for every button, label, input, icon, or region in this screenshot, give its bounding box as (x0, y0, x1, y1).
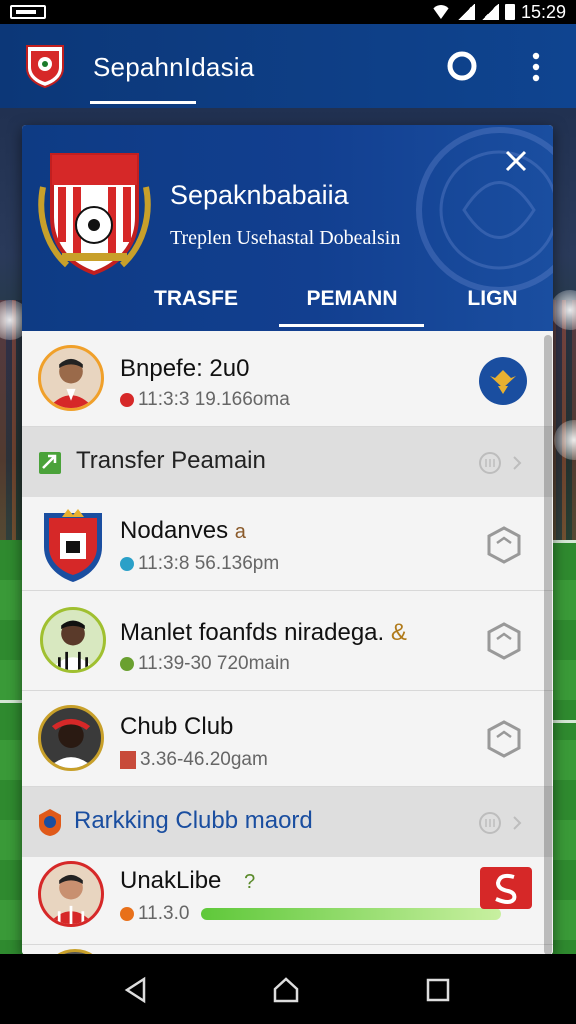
section-title: Transfer Peamain (76, 447, 266, 474)
row-title-text: Nodanves (120, 517, 229, 544)
card-title: Sepaknbabaiia (170, 180, 349, 210)
list-item[interactable]: Manlet foanfds niradega. & 11:39-30 720m… (22, 591, 553, 691)
tab-pemain[interactable]: PEMANN (272, 275, 432, 331)
back-icon[interactable] (122, 976, 150, 1004)
row-title: Bnpefe: 2u0 (120, 355, 250, 382)
keyboard-icon (10, 5, 46, 19)
tab-bar: TRASFE PEMANN LIGN (22, 275, 553, 331)
row-badge: a (234, 521, 246, 543)
section-title: Rarkking Clubb maord (74, 807, 313, 834)
row-meta-text: 11:39-30 720main (138, 653, 290, 674)
recents-icon[interactable] (424, 976, 452, 1004)
list-item[interactable]: Chub Club 3.36-46.20gam (22, 691, 553, 787)
home-icon[interactable] (272, 976, 300, 1004)
scrollbar[interactable] (544, 335, 552, 955)
refresh-icon[interactable] (444, 50, 480, 82)
row-title-text: Manlet foanfds niradega. (120, 619, 385, 646)
player-avatar (38, 705, 104, 771)
status-bar: 15:29 (0, 0, 576, 24)
clock: 15:29 (520, 1, 566, 22)
row-badge: & (390, 619, 407, 646)
player-avatar (40, 607, 106, 673)
progress-bar (201, 908, 502, 920)
chevron-right-icon[interactable] (478, 811, 528, 835)
status-dot-icon (120, 557, 134, 571)
row-meta: 11:3:3 19.166oma (120, 389, 290, 411)
card-header: Sepaknbabaiia Treplen Usehastal Dobealsi… (22, 125, 553, 331)
eagle-emblem-icon[interactable] (478, 356, 528, 406)
signal-icon (456, 4, 475, 20)
list-item[interactable]: Nodanves a 11:3:8 56.136pm (22, 497, 553, 591)
shield-outline-icon[interactable] (484, 525, 524, 565)
tab-liga[interactable]: LIGN (432, 275, 553, 331)
status-dot-icon (120, 907, 134, 921)
tab-transfer[interactable]: TRASFE (22, 275, 272, 331)
club-crest-icon (38, 153, 151, 276)
red-badge-icon[interactable] (480, 867, 532, 909)
row-meta: 11.3.0 (120, 903, 502, 925)
row-meta-text: 11:3:8 56.136pm (138, 553, 280, 574)
battery-icon (504, 4, 515, 20)
tab-pemain-label: PEMANN (306, 287, 398, 310)
chevron-right-icon[interactable] (478, 451, 528, 475)
calendar-icon (120, 751, 136, 769)
row-meta-text: 3.36-46.20gam (140, 749, 268, 770)
row-meta-text: 11:3:3 19.166oma (138, 389, 290, 410)
row-badge: ? (244, 871, 256, 893)
card-subtitle: Treplen Usehastal Dobealsin (170, 227, 401, 249)
navigation-bar (0, 954, 576, 1024)
row-title: Chub Club (120, 713, 234, 740)
close-icon[interactable] (498, 143, 534, 179)
row-title: Nodanves a (120, 517, 246, 545)
status-dot-icon (120, 393, 134, 407)
player-avatar (38, 861, 104, 927)
club-card: Sepaknbabaiia Treplen Usehastal Dobealsi… (22, 125, 553, 955)
app-title-underline (90, 101, 196, 104)
row-meta: 3.36-46.20gam (120, 749, 268, 771)
row-meta: 11:3:8 56.136pm (120, 553, 279, 575)
ranking-icon (39, 809, 61, 836)
club-badge-icon (44, 509, 102, 582)
section-header[interactable]: Transfer Peamain (22, 427, 553, 497)
shield-outline-icon[interactable] (484, 719, 524, 759)
club-logo-icon[interactable] (24, 42, 66, 88)
section-header[interactable]: Rarkking Clubb maord (22, 787, 553, 857)
row-meta: 11:39-30 720main (120, 653, 290, 675)
player-avatar (38, 345, 104, 411)
row-title: UnakLibe ? (120, 867, 255, 895)
more-options-icon[interactable] (524, 50, 548, 84)
row-title: Manlet foanfds niradega. & (120, 619, 407, 647)
status-dot-icon (120, 657, 134, 671)
list-item[interactable]: UnakLibe ? 11.3.0 (22, 857, 553, 945)
app-bar: SepahnIdasia (0, 24, 576, 108)
wifi-icon (430, 5, 451, 19)
shield-outline-icon[interactable] (484, 621, 524, 661)
row-meta-text: 11.3.0 (138, 903, 190, 924)
signal-icon (480, 4, 499, 20)
transfer-icon (39, 452, 61, 474)
row-title-text: UnakLibe (120, 867, 222, 894)
list-item[interactable]: Bnpefe: 2u0 11:3:3 19.166oma (22, 331, 553, 427)
active-tab-indicator (279, 324, 424, 327)
app-title: SepahnIdasia (93, 52, 255, 82)
